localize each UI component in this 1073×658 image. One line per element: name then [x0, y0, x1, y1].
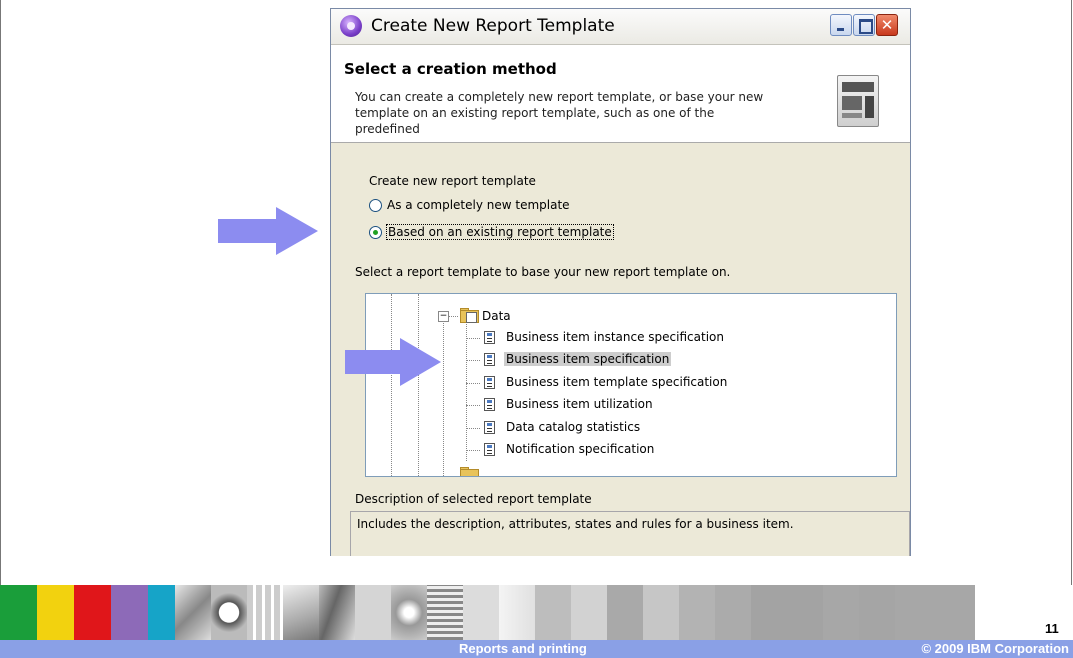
create-report-template-dialog: Create New Report Template ✕ Select a cr…: [330, 8, 911, 556]
tree-item[interactable]: Data catalog statistics: [506, 420, 640, 434]
app-icon: [340, 15, 362, 37]
wizard-header: Select a creation method You can create …: [331, 45, 910, 143]
tree-connector: [466, 360, 480, 361]
radio-new-template[interactable]: As a completely new template: [369, 196, 570, 214]
tree-guide-line: [466, 324, 467, 461]
tree-guide-line: [443, 321, 444, 476]
creation-group-label: Create new report template: [369, 174, 536, 188]
arrow-pointer-icon: [345, 338, 441, 386]
arrow-pointer-icon: [218, 207, 318, 255]
footer-copyright: © 2009 IBM Corporation: [921, 641, 1069, 656]
radio-new-template-label: As a completely new template: [387, 198, 570, 212]
tree-item[interactable]: Business item utilization: [506, 397, 653, 411]
folder-icon: [460, 467, 479, 476]
report-icon: [484, 398, 495, 411]
description-text: Includes the description, attributes, st…: [357, 517, 794, 531]
minimize-icon: [837, 28, 844, 31]
tree-item[interactable]: Business item instance specification: [506, 330, 724, 344]
page-description: You can create a completely new report t…: [355, 90, 764, 136]
radio-new-template-circle[interactable]: [369, 198, 382, 212]
maximize-button[interactable]: [853, 14, 875, 36]
tree-connector: [466, 450, 480, 451]
page-number: 11: [1045, 621, 1059, 636]
maximize-icon: [859, 19, 873, 34]
footer-title: Reports and printing: [459, 641, 587, 656]
minimize-button[interactable]: [830, 14, 852, 36]
tree-connector: [466, 383, 480, 384]
tree-item[interactable]: Business item template specification: [506, 375, 727, 389]
tree-connector: [466, 405, 480, 406]
tree-folder-data[interactable]: Data: [482, 309, 511, 323]
tree-connector: [466, 428, 480, 429]
report-icon: [484, 353, 495, 366]
close-icon: ✕: [880, 16, 894, 34]
report-icon: [484, 443, 495, 456]
report-icon: [484, 376, 495, 389]
select-template-label: Select a report template to base your ne…: [355, 265, 731, 279]
folder-icon: [460, 308, 479, 323]
report-template-banner-icon: [837, 75, 879, 127]
page-title: Select a creation method: [344, 60, 557, 78]
title-bar[interactable]: Create New Report Template ✕: [331, 9, 910, 45]
radio-existing-template-label: Based on an existing report template: [386, 224, 614, 240]
report-icon: [484, 421, 495, 434]
tree-item-selected[interactable]: Business item specification: [504, 352, 672, 366]
window-title: Create New Report Template: [371, 16, 615, 36]
description-label: Description of selected report template: [355, 492, 592, 506]
radio-existing-template[interactable]: Based on an existing report template: [369, 223, 614, 241]
radio-existing-template-circle[interactable]: [369, 225, 382, 239]
footer-image-strip: [0, 585, 1073, 640]
tree-connector: [466, 338, 480, 339]
description-box: Includes the description, attributes, st…: [350, 511, 910, 556]
close-button[interactable]: ✕: [876, 14, 898, 36]
footer-bar: Reports and printing © 2009 IBM Corporat…: [0, 640, 1073, 658]
template-tree[interactable]: − Data Business item instance specificat…: [365, 293, 897, 477]
tree-connector: [448, 316, 458, 317]
report-icon: [484, 331, 495, 344]
tree-item[interactable]: Notification specification: [506, 442, 654, 456]
